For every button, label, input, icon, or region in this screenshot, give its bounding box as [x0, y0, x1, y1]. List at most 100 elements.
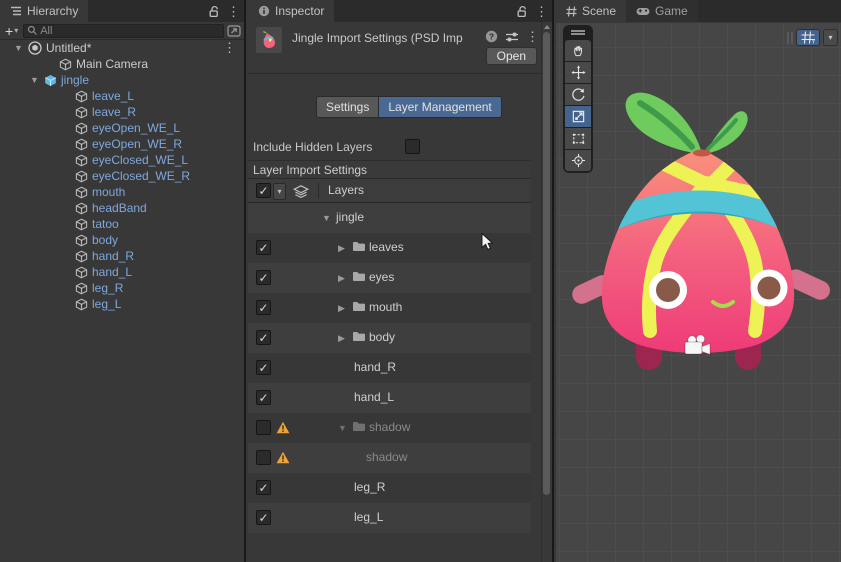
item-label: hand_L	[92, 265, 133, 279]
presets-icon[interactable]	[505, 31, 519, 43]
scene-viewport[interactable]: Y ▾	[556, 23, 841, 562]
hierarchy-item-headband[interactable]: headBand	[0, 200, 244, 216]
include-hidden-layers-row: Include Hidden Layers	[248, 138, 531, 156]
item-label: mouth	[92, 185, 126, 199]
hierarchy-item-main-camera[interactable]: Main Camera	[0, 56, 244, 72]
cube-icon	[75, 106, 88, 119]
include-hidden-layers-checkbox[interactable]	[405, 139, 420, 154]
cube-icon	[59, 58, 72, 71]
scene-grid-icon	[566, 5, 577, 17]
toggle-all-layers-checkbox[interactable]: ✓	[256, 183, 271, 198]
mouse-cursor	[481, 233, 494, 251]
mode-tab-settings[interactable]: Settings	[316, 96, 380, 118]
item-label: eyeClosed_WE_L	[92, 153, 189, 167]
expander-icon[interactable]: ▶	[338, 273, 345, 284]
scrollbar-up-arrow[interactable]	[544, 25, 550, 29]
expander-icon[interactable]: ▶	[338, 243, 345, 254]
inspector-scrollbar[interactable]	[541, 22, 551, 562]
open-button[interactable]: Open	[485, 47, 537, 65]
unlock-icon[interactable]	[516, 5, 528, 18]
layer-row-eyes[interactable]: ✓ ▶ eyes	[248, 263, 531, 293]
layer-label: leg_R	[354, 480, 386, 494]
scene-tabbar: Scene Game	[556, 0, 841, 22]
layer-import-settings-label: Layer Import Settings	[253, 162, 368, 177]
layer-checkbox[interactable]: ✓	[256, 300, 271, 315]
inspector-menu-icon[interactable]: ⋮	[535, 5, 548, 18]
layer-checkbox[interactable]: ✓	[256, 390, 271, 405]
layer-label: shadow	[369, 420, 411, 434]
importer-mode-tabs: Settings Layer Management	[316, 96, 502, 118]
hierarchy-item-leg-l[interactable]: leg_L	[0, 296, 244, 312]
inspector-body: Settings Layer Management Include Hidden …	[248, 74, 531, 562]
layer-checkbox[interactable]: ✓	[256, 360, 271, 375]
hierarchy-search-input[interactable]: All	[23, 23, 224, 38]
open-search-window-icon[interactable]	[227, 24, 241, 37]
expander-icon[interactable]: ▶	[338, 303, 345, 314]
hierarchy-tab-label: Hierarchy	[27, 4, 79, 18]
scrollbar-thumb[interactable]	[543, 32, 550, 495]
hierarchy-item-mouth[interactable]: mouth	[0, 184, 244, 200]
unlock-icon[interactable]	[208, 5, 220, 18]
layer-row-mouth[interactable]: ✓ ▶ mouth	[248, 293, 531, 323]
layer-row-hand_l[interactable]: ✓ hand_L	[248, 383, 531, 413]
folder-icon	[352, 331, 366, 342]
hierarchy-item-untitled-[interactable]: ▼ Untitled* ⋮	[0, 40, 244, 56]
layer-row-jingle[interactable]: ▼ jingle	[248, 203, 531, 233]
hierarchy-item-leave-l[interactable]: leave_L	[0, 88, 244, 104]
hierarchy-item-eyeopen-we-l[interactable]: eyeOpen_WE_L	[0, 120, 244, 136]
jingle-character-sprite[interactable]	[556, 23, 841, 562]
layer-checkbox[interactable]: ✓	[256, 330, 271, 345]
layer-row-shadow[interactable]: ▼ shadow	[248, 413, 531, 443]
tab-hierarchy[interactable]: Hierarchy	[0, 0, 89, 22]
hierarchy-item-eyeclosed-we-l[interactable]: eyeClosed_WE_L	[0, 152, 244, 168]
layer-checkbox[interactable]	[256, 450, 271, 465]
hierarchy-item-body[interactable]: body	[0, 232, 244, 248]
layer-checkbox[interactable]: ✓	[256, 240, 271, 255]
cube-icon	[44, 74, 57, 87]
scene-menu-icon[interactable]: ⋮	[223, 40, 236, 56]
layer-label: mouth	[369, 300, 403, 314]
hierarchy-search-placeholder: All	[40, 24, 53, 37]
cube-icon	[75, 186, 88, 199]
hierarchy-item-hand-l[interactable]: hand_L	[0, 264, 244, 280]
info-icon	[258, 5, 270, 17]
hierarchy-item-eyeopen-we-r[interactable]: eyeOpen_WE_R	[0, 136, 244, 152]
cube-icon	[75, 282, 88, 295]
expander-icon[interactable]: ▼	[30, 75, 39, 85]
tab-scene[interactable]: Scene	[556, 0, 627, 22]
expander-icon[interactable]: ▼	[14, 43, 23, 53]
item-label: jingle	[61, 73, 90, 87]
layers-filter-dropdown[interactable]: ▾	[273, 183, 286, 200]
tab-inspector[interactable]: Inspector	[248, 0, 335, 22]
layer-row-body[interactable]: ✓ ▶ body	[248, 323, 531, 353]
cube-icon	[75, 234, 88, 247]
add-object-button[interactable]: + ▾	[3, 23, 20, 39]
layer-checkbox[interactable]: ✓	[256, 480, 271, 495]
hierarchy-item-tatoo[interactable]: tatoo	[0, 216, 244, 232]
layer-checkbox[interactable]: ✓	[256, 270, 271, 285]
hierarchy-item-leave-r[interactable]: leave_R	[0, 104, 244, 120]
cube-icon	[75, 202, 88, 215]
hierarchy-tree: ▼ Untitled* ⋮ Main Camera ▼ jingle leave_L leav…	[0, 40, 244, 312]
tab-game[interactable]: Game	[626, 0, 698, 22]
layer-row-leg_l[interactable]: ✓ leg_L	[248, 503, 531, 533]
expander-icon[interactable]: ▼	[322, 213, 331, 223]
hierarchy-item-leg-r[interactable]: leg_R	[0, 280, 244, 296]
asset-menu-icon[interactable]: ⋮	[526, 30, 539, 43]
layer-checkbox[interactable]	[256, 420, 271, 435]
hierarchy-menu-icon[interactable]: ⋮	[227, 5, 240, 18]
layer-row-hand_r[interactable]: ✓ hand_R	[248, 353, 531, 383]
mode-tab-layer-management[interactable]: Layer Management	[379, 96, 502, 118]
expander-icon[interactable]: ▶	[338, 333, 345, 344]
character-leaves	[625, 92, 748, 154]
hierarchy-item-hand-r[interactable]: hand_R	[0, 248, 244, 264]
cube-icon	[75, 250, 88, 263]
layer-row-shadow[interactable]: shadow	[248, 443, 531, 473]
expander-icon[interactable]: ▼	[338, 423, 347, 433]
hierarchy-item-eyeclosed-we-r[interactable]: eyeClosed_WE_R	[0, 168, 244, 184]
layer-checkbox[interactable]: ✓	[256, 510, 271, 525]
layer-label: body	[369, 330, 396, 344]
help-icon[interactable]: ?	[485, 30, 498, 43]
hierarchy-item-jingle[interactable]: ▼ jingle	[0, 72, 244, 88]
layer-row-leg_r[interactable]: ✓ leg_R	[248, 473, 531, 503]
